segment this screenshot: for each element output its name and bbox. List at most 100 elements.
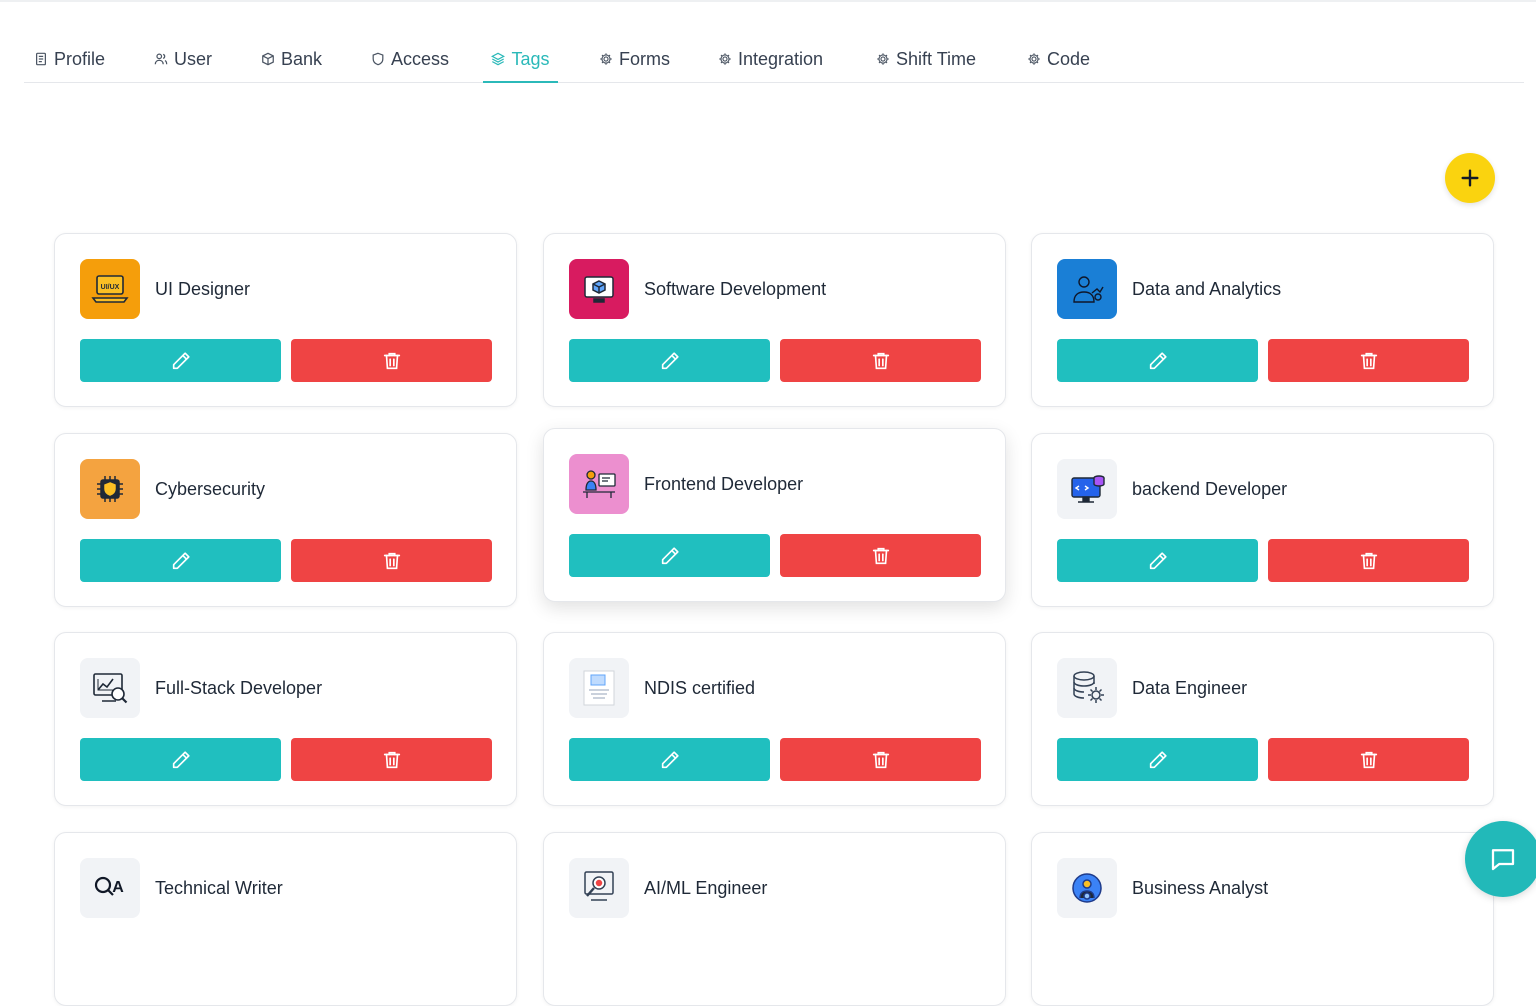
tab-code[interactable]: Code [1021,36,1096,82]
dashboard-search-icon [80,658,140,718]
tag-card: Data Engineer [1031,632,1494,806]
bug-monitor-icon [569,858,629,918]
ui-ux-laptop-icon: UI/UX [80,259,140,319]
delete-button[interactable] [1268,539,1469,582]
gear-icon [718,52,732,66]
tab-profile[interactable]: Profile [28,36,111,82]
edit-button[interactable] [1057,738,1258,781]
pencil-icon [170,350,192,372]
chip-shield-icon [80,459,140,519]
tab-tags[interactable]: Tags [483,36,558,83]
delete-button[interactable] [1268,738,1469,781]
tag-title: Data Engineer [1132,678,1248,698]
tag-title: Frontend Developer [644,474,804,494]
edit-button[interactable] [80,339,281,382]
tab-integration[interactable]: Integration [712,36,829,82]
pencil-icon [1147,350,1169,372]
shield-icon [371,52,385,66]
tab-access[interactable]: Access [365,36,455,82]
gear-icon [599,52,613,66]
pencil-icon [659,749,681,771]
trash-icon [1358,350,1380,372]
tag-card: Software Development [543,233,1006,407]
delete-button[interactable] [1268,339,1469,382]
edit-button[interactable] [569,738,770,781]
edit-button[interactable] [80,738,281,781]
svg-text:UI/UX: UI/UX [101,284,120,291]
delete-button[interactable] [291,738,492,781]
qa-magnifier-icon: A [80,858,140,918]
tag-card: Full-Stack Developer [54,632,517,806]
pencil-icon [1147,550,1169,572]
tab-shift-time[interactable]: Shift Time [870,36,982,82]
analyst-person-icon [1057,259,1117,319]
tab-label: Forms [619,48,670,69]
tag-title: Technical Writer [155,878,283,898]
delete-button[interactable] [291,539,492,582]
tag-card: Frontend Developer [543,428,1006,602]
edit-button[interactable] [569,339,770,382]
layers-icon [491,52,506,66]
tag-card: UI/UX UI Designer [54,233,517,407]
certificate-icon [569,658,629,718]
tab-label: Tags [511,48,550,69]
code-monitor-icon [1057,459,1117,519]
svg-text:A: A [112,879,124,896]
edit-button[interactable] [569,534,770,577]
tag-title: Full-Stack Developer [155,678,323,698]
tag-title: Software Development [644,279,827,299]
top-border [0,0,1536,2]
delete-button[interactable] [780,534,981,577]
tab-label: Access [391,48,450,69]
gear-icon [876,52,890,66]
gear-person-icon [1057,858,1117,918]
tag-title: Cybersecurity [155,479,266,499]
delete-button[interactable] [291,339,492,382]
trash-icon [870,545,892,567]
box-icon [261,52,275,66]
add-tag-button[interactable] [1445,153,1495,203]
monitor-cube-icon [569,259,629,319]
pencil-icon [659,545,681,567]
tag-card: NDIS certified [543,632,1006,806]
tag-title: backend Developer [1132,479,1288,499]
trash-icon [381,550,403,572]
tab-label: User [174,48,213,69]
tag-title: Data and Analytics [1132,279,1282,299]
tab-user[interactable]: User [148,36,218,82]
settings-tabs: Profile User Bank Access Tags Forms Inte… [24,36,1524,83]
gear-icon [1027,52,1041,66]
trash-icon [870,350,892,372]
trash-icon [381,749,403,771]
edit-button[interactable] [1057,339,1258,382]
tag-card: Cybersecurity [54,433,517,607]
tab-label: Shift Time [896,48,977,69]
pencil-icon [170,749,192,771]
tag-card: Business Analyst [1031,832,1494,1006]
tag-title: Business Analyst [1132,878,1269,898]
id-card-icon [34,52,48,66]
tag-card: backend Developer [1031,433,1494,607]
tab-bank[interactable]: Bank [255,36,328,82]
tag-title: NDIS certified [644,678,756,698]
tag-card: AI/ML Engineer [543,832,1006,1006]
delete-button[interactable] [780,738,981,781]
pencil-icon [1147,749,1169,771]
trash-icon [870,749,892,771]
trash-icon [381,350,403,372]
pencil-icon [659,350,681,372]
developer-desk-icon [569,454,629,514]
users-icon [154,52,168,66]
tag-card: A Technical Writer [54,832,517,1006]
delete-button[interactable] [780,339,981,382]
tab-label: Bank [281,48,323,69]
tag-title: AI/ML Engineer [644,878,768,898]
trash-icon [1358,749,1380,771]
edit-button[interactable] [1057,539,1258,582]
chat-button[interactable] [1465,821,1536,897]
chat-bubble-icon [1488,844,1518,874]
plus-icon [1459,167,1481,189]
tab-forms[interactable]: Forms [593,36,676,82]
edit-button[interactable] [80,539,281,582]
database-gear-icon [1057,658,1117,718]
